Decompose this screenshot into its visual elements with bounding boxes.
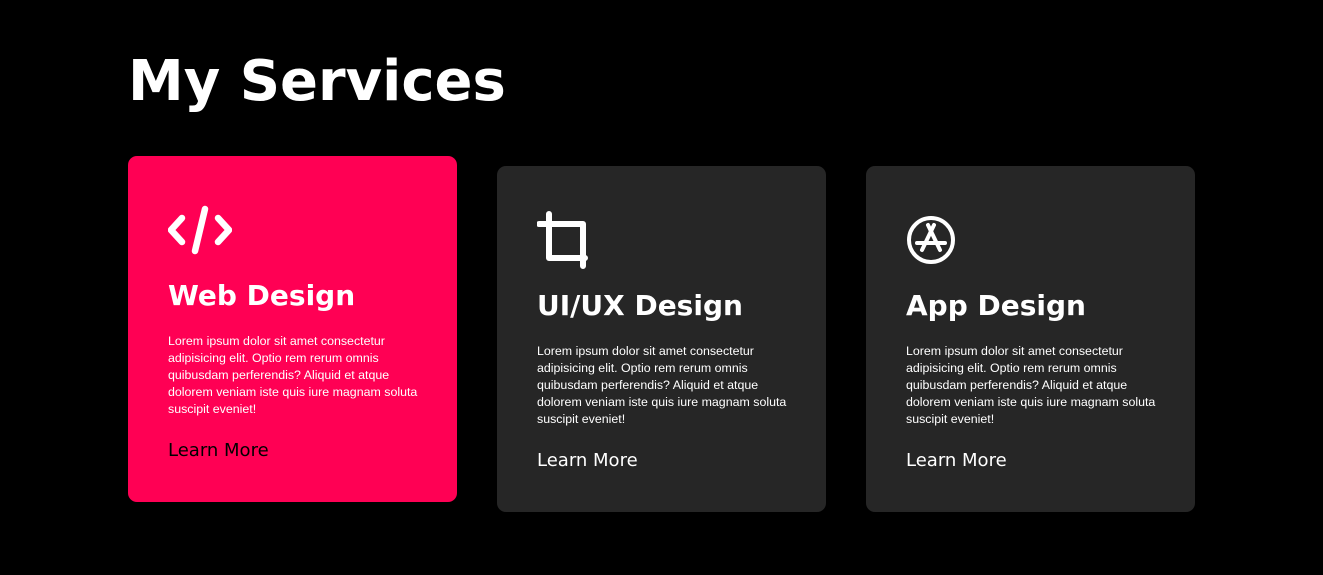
section-title: My Services [128,49,506,114]
card-description: Lorem ipsum dolor sit amet consectetur a… [168,334,418,416]
card-title: App Design [906,289,1086,322]
service-card-web-design[interactable]: Web Design Lorem ipsum dolor sit amet co… [128,156,457,502]
learn-more-link[interactable]: Learn More [906,448,1007,474]
service-card-app-design[interactable]: App Design Lorem ipsum dolor sit amet co… [866,166,1195,512]
learn-more-link[interactable]: Learn More [168,438,269,464]
services-cards: Web Design Lorem ipsum dolor sit amet co… [128,156,1195,526]
learn-more-link[interactable]: Learn More [537,448,638,474]
crop-icon [537,211,588,269]
card-description: Lorem ipsum dolor sit amet consectetur a… [906,344,1156,426]
card-title: UI/UX Design [537,289,743,322]
card-description: Lorem ipsum dolor sit amet consectetur a… [537,344,787,426]
code-icon [168,205,232,255]
card-title: Web Design [168,279,356,312]
services-page: My Services Web Design Lorem ipsum dolor… [0,0,1323,575]
app-store-icon [907,216,955,264]
service-card-uiux-design[interactable]: UI/UX Design Lorem ipsum dolor sit amet … [497,166,826,512]
